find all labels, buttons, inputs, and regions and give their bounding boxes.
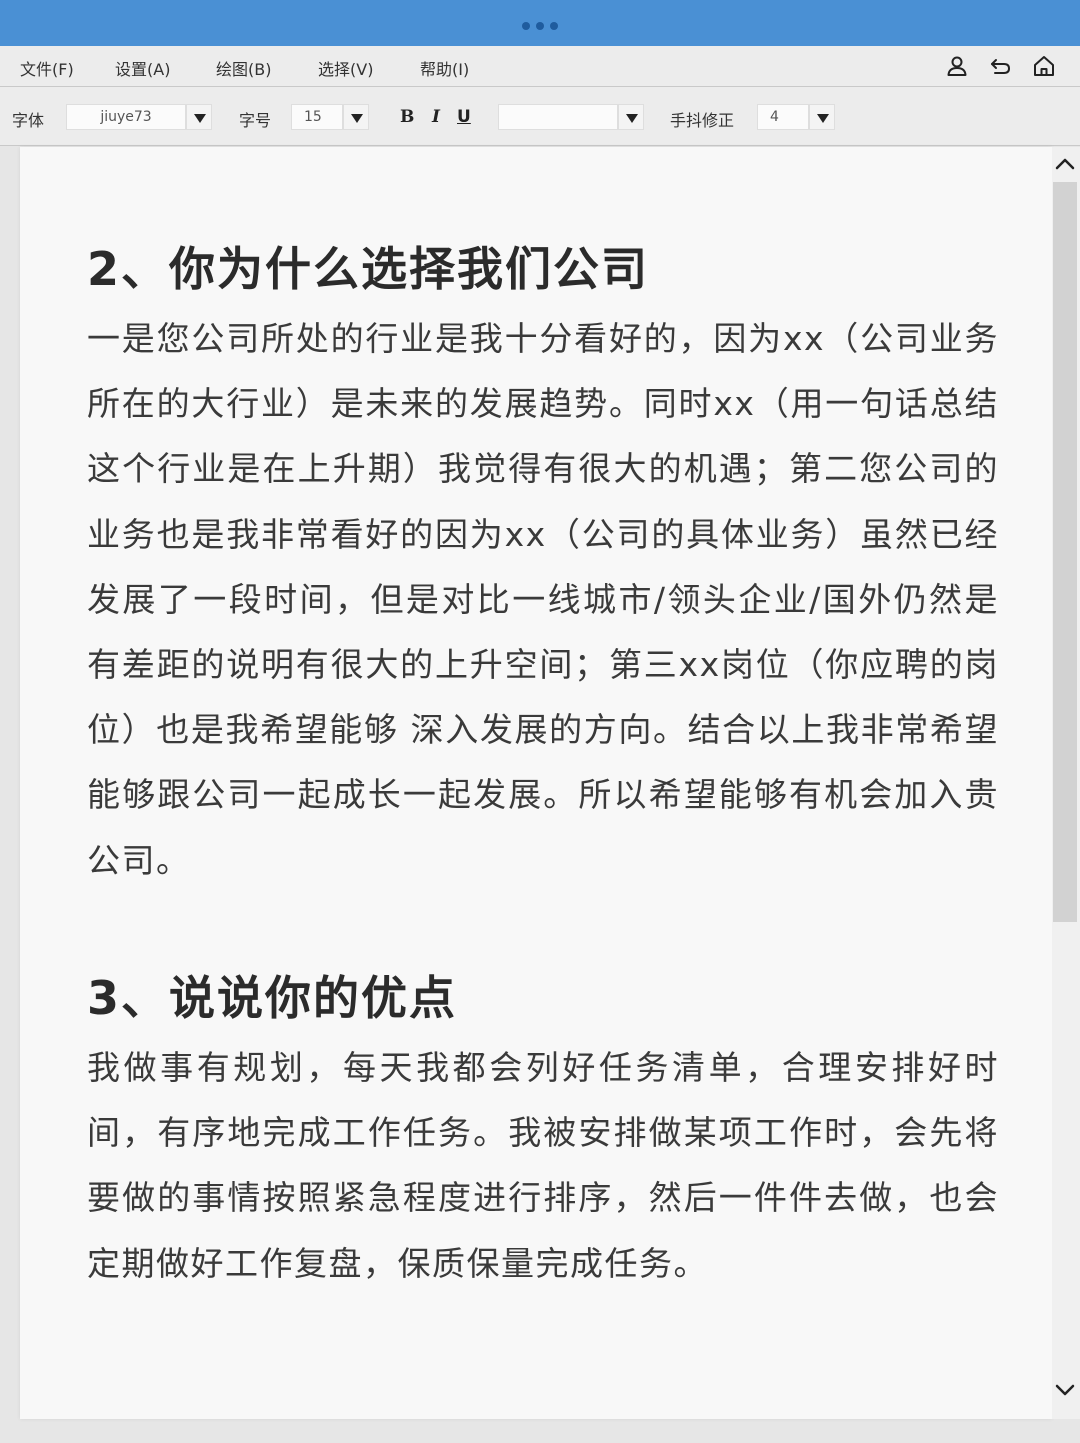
dot (550, 22, 558, 30)
section-paragraph: 我做事有规划，每天我都会列好任务清单，合理安排好时间，有序地完成工作任务。我被安… (87, 1048, 999, 1283)
title-bar (0, 0, 1080, 46)
dot (522, 22, 530, 30)
jitter-correction-select[interactable]: 4 (757, 104, 809, 130)
font-label: 字体 (12, 111, 45, 130)
font-dropdown-arrow-icon[interactable] (186, 104, 212, 130)
menu-draw[interactable]: 绘图(B) (216, 56, 271, 80)
size-select[interactable]: 15 (291, 104, 343, 130)
size-label: 字号 (239, 111, 272, 130)
menu-settings[interactable]: 设置(A) (115, 56, 170, 80)
menu-select[interactable]: 选择(V) (318, 56, 373, 80)
underline-button[interactable]: U (457, 107, 471, 127)
menu-bar: 文件(F) 设置(A) 绘图(B) 选择(V) 帮助(I) (0, 46, 1080, 87)
section-paragraph: 一是您公司所处的行业是我十分看好的，因为xx（公司业务所在的大行业）是未来的发展… (87, 319, 999, 880)
menu-file[interactable]: 文件(F) (20, 56, 74, 80)
document-page[interactable]: 2、你为什么选择我们公司 一是您公司所处的行业是我十分看好的，因为xx（公司业务… (20, 147, 1052, 1419)
format-toolbar: 字体 jiuye73 字号 15 B I U 手抖修正 4 (0, 87, 1080, 146)
undo-icon[interactable] (988, 54, 1012, 78)
size-dropdown-arrow-icon[interactable] (343, 104, 369, 130)
italic-button[interactable]: I (432, 107, 440, 127)
color-dropdown-arrow-icon[interactable] (618, 104, 644, 130)
section-heading: 2、你为什么选择我们公司 (87, 242, 650, 296)
window-more-icon[interactable] (522, 22, 558, 30)
user-icon[interactable] (945, 54, 969, 78)
font-select[interactable]: jiuye73 (66, 104, 186, 130)
home-icon[interactable] (1032, 54, 1056, 78)
scrollbar-thumb[interactable] (1053, 182, 1077, 922)
scroll-up-icon[interactable] (1054, 156, 1076, 172)
menu-help[interactable]: 帮助(I) (420, 56, 469, 80)
dot (536, 22, 544, 30)
color-select[interactable] (498, 104, 618, 130)
jitter-dropdown-arrow-icon[interactable] (809, 104, 835, 130)
jitter-correction-label: 手抖修正 (670, 111, 735, 130)
scroll-down-icon[interactable] (1054, 1382, 1076, 1398)
section-heading: 3、说说你的优点 (87, 971, 458, 1025)
bold-button[interactable]: B (400, 107, 414, 127)
